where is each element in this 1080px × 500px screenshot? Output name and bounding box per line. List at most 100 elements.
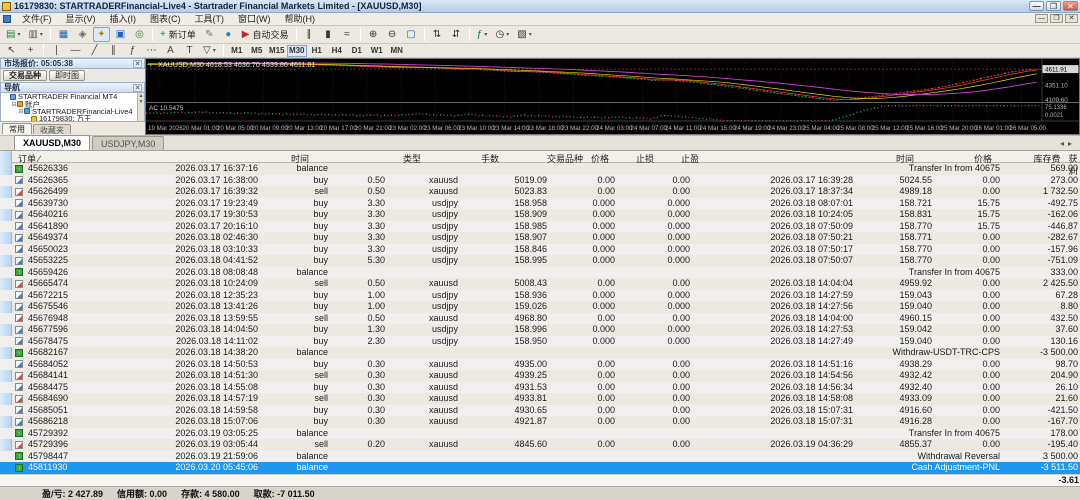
history-row[interactable]: 45665474 2026.03.18 10:24:09 sell 0.50 xauus… [0, 278, 1080, 290]
tree-item-live-server[interactable]: ⊟ STARTRADERFinancial-Live4 [1, 108, 144, 115]
child-restore-button[interactable]: ❐ [1050, 14, 1063, 23]
history-row[interactable]: ↑ 45798447 2026.03.19 21:59:06 balance 3 500… [0, 450, 1080, 462]
dropdown-arrow-icon[interactable]: ▾ [484, 31, 487, 38]
history-row[interactable]: 45639730 2026.03.17 19:23:49 buy 3.30 usdjpy… [0, 197, 1080, 209]
dropdown-arrow-icon[interactable]: ▾ [506, 31, 509, 38]
market-watch-close-icon[interactable]: ✕ [133, 60, 142, 68]
history-row[interactable]: 45626499 2026.03.17 16:39:32 sell 0.50 xauus… [0, 186, 1080, 198]
menu-charts[interactable]: 图表(C) [143, 14, 188, 24]
crosshair-tool[interactable]: + [22, 43, 39, 58]
line-chart-button[interactable]: ≈ [339, 27, 356, 42]
navigator-close-icon[interactable]: ✕ [133, 84, 142, 92]
history-row[interactable]: 45649374 2026.03.18 02:46:30 buy 3.30 usdjpy… [0, 232, 1080, 244]
tree-scrollbar[interactable]: ▲ ▼ [137, 93, 144, 121]
grid-tool[interactable]: ⋯ [143, 43, 160, 58]
dropdown-arrow-icon[interactable]: ▾ [17, 31, 20, 38]
channel-tool[interactable]: ∥ [105, 43, 122, 58]
dropdown-arrow-icon[interactable]: ▾ [213, 47, 216, 54]
chart-tab-XAUUSDM30[interactable]: XAUUSD,M30 [14, 135, 91, 150]
shapes-tool[interactable]: ▽ ▾ [200, 43, 219, 58]
menu-window[interactable]: 窗口(W) [231, 14, 278, 24]
chart-window-icon[interactable] [3, 15, 11, 23]
history-row[interactable]: 45684475 2026.03.18 14:55:08 buy 0.30 xauusd… [0, 381, 1080, 393]
timeframe-mn[interactable]: MN [387, 45, 407, 57]
history-row[interactable]: 45641890 2026.03.17 20:16:10 buy 3.30 usdjpy… [0, 220, 1080, 232]
history-row[interactable]: 45684052 2026.03.18 14:50:53 buy 0.30 xauusd… [0, 358, 1080, 370]
history-row[interactable]: 45686218 2026.03.18 15:07:06 buy 0.30 xauusd… [0, 416, 1080, 428]
minimize-button[interactable]: ― [1029, 1, 1044, 11]
dropdown-arrow-icon[interactable]: ▾ [40, 31, 43, 38]
history-row[interactable]: 45672215 2026.03.18 12:35:23 buy 1.00 usdjpy… [0, 289, 1080, 301]
tab-scroll-arrows[interactable]: ◂▸ [1060, 139, 1076, 148]
periods-button[interactable]: ◷ ▾ [493, 27, 513, 42]
history-row[interactable]: 45676948 2026.03.18 13:59:55 sell 0.50 xauus… [0, 312, 1080, 324]
arrange-up-button[interactable]: ⇅ [429, 27, 446, 42]
navigator-tab-常用[interactable]: 常用 [2, 123, 32, 134]
history-row[interactable]: 45626365 2026.03.17 16:38:00 buy 0.50 xauusd… [0, 174, 1080, 186]
dropdown-arrow-icon[interactable]: ▾ [529, 31, 532, 38]
fibonacci-tool[interactable]: ƒ [124, 43, 141, 58]
history-row[interactable]: ↑ 45626336 2026.03.17 16:37:16 balance 569.0… [0, 163, 1080, 175]
history-row[interactable]: ↑ 45811930 2026.03.20 05:45:06 balance -3 51… [0, 462, 1080, 474]
horizontal-line-tool[interactable]: ― [67, 43, 84, 58]
timeframe-w1[interactable]: W1 [367, 45, 387, 57]
tree-item-account[interactable]: 16179830: 万王 [1, 115, 144, 121]
text-label-tool[interactable]: T [181, 43, 198, 58]
menu-tools[interactable]: 工具(T) [188, 14, 232, 24]
menu-insert[interactable]: 插入(I) [103, 14, 144, 24]
history-row[interactable]: 45640216 2026.03.17 19:30:53 buy 3.30 usdjpy… [0, 209, 1080, 221]
indicators-button[interactable]: ƒ ▾ [474, 27, 491, 42]
templates-button[interactable]: ▧ ▾ [514, 27, 534, 42]
zoom-out-button[interactable]: ⊖ [384, 27, 401, 42]
tile-windows-button[interactable]: ▢ [403, 27, 420, 42]
timeframe-m5[interactable]: M5 [247, 45, 267, 57]
community-button[interactable]: ● [220, 27, 237, 42]
timeframe-m15[interactable]: M15 [267, 45, 287, 57]
tree-item-accounts[interactable]: ⊟ 账户 [1, 100, 144, 107]
tree-item-platform[interactable]: STARTRADER Financial MT4 [1, 93, 144, 100]
profiles-button[interactable]: ▥ ▾ [25, 27, 45, 42]
price-chart[interactable]: 4608.104351.104109.604611.9175.13360.002… [145, 58, 1080, 135]
chart-tab-USDJPYM30[interactable]: USDJPY,M30 [92, 136, 165, 150]
history-row[interactable]: 45675546 2026.03.18 13:41:26 buy 1.00 usdjpy… [0, 301, 1080, 313]
child-minimize-button[interactable]: ― [1035, 14, 1048, 23]
menu-help[interactable]: 帮助(H) [278, 14, 323, 24]
terminal-button[interactable]: ▣ [112, 27, 129, 42]
arrange-down-button[interactable]: ⇵ [448, 27, 465, 42]
history-row[interactable]: 45729396 2026.03.19 03:05:44 sell 0.20 xauus… [0, 439, 1080, 451]
vertical-line-tool[interactable]: ∣ [48, 43, 65, 58]
candlestick-button[interactable]: ▮ [320, 27, 337, 42]
strategy-tester-button[interactable]: ◎ [131, 27, 148, 42]
history-row[interactable]: 45650023 2026.03.18 03:10:33 buy 3.30 usdjpy… [0, 243, 1080, 255]
history-row[interactable]: ↑ 45659426 2026.03.18 08:08:48 balance 333.0… [0, 266, 1080, 278]
timeframe-h4[interactable]: H4 [327, 45, 347, 57]
maximize-button[interactable]: ❐ [1046, 1, 1061, 11]
timeframe-m1[interactable]: M1 [227, 45, 247, 57]
history-row[interactable]: 45685051 2026.03.18 14:59:58 buy 0.30 xauusd… [0, 404, 1080, 416]
child-close-button[interactable]: ✕ [1065, 14, 1078, 23]
history-row[interactable]: 45684141 2026.03.18 14:51:30 sell 0.30 xauus… [0, 370, 1080, 382]
bar-chart-button[interactable]: ∥ [301, 27, 318, 42]
close-button[interactable]: ✕ [1063, 1, 1078, 11]
history-row[interactable]: ↑ 45682167 2026.03.18 14:38:20 balance -3 50… [0, 347, 1080, 359]
trendline-tool[interactable]: ╱ [86, 43, 103, 58]
metaeditor-button[interactable]: ✎ [201, 27, 218, 42]
navigator-tab-收藏夹[interactable]: 收藏夹 [33, 124, 71, 135]
navigator-button[interactable]: ✦ [92, 27, 110, 42]
timeframe-m30[interactable]: M30 [286, 44, 307, 57]
market-watch-button[interactable]: ▦ [55, 27, 72, 42]
market-watch-tab-即时图[interactable]: 即时图 [49, 70, 85, 81]
history-row[interactable]: 45678475 2026.03.18 14:11:02 buy 2.30 usdjpy… [0, 335, 1080, 347]
autotrading-button[interactable]: ▶ 自动交易 [239, 27, 292, 42]
data-window-button[interactable]: ◈ [74, 27, 91, 42]
text-tool[interactable]: A [162, 43, 179, 58]
market-watch-tab-交易品种[interactable]: 交易品种 [3, 70, 47, 81]
timeframe-d1[interactable]: D1 [347, 45, 367, 57]
menu-view[interactable]: 显示(V) [59, 14, 103, 24]
cursor-tool[interactable]: ↖ [3, 43, 20, 58]
timeframe-h1[interactable]: H1 [307, 45, 327, 57]
history-row[interactable]: 45684690 2026.03.18 14:57:19 sell 0.30 xauus… [0, 393, 1080, 405]
history-row[interactable]: ↑ 45729392 2026.03.19 03:05:25 balance 178.0… [0, 427, 1080, 439]
history-row[interactable]: 45653225 2026.03.18 04:41:52 buy 5.30 usdjpy… [0, 255, 1080, 267]
zoom-in-button[interactable]: ⊕ [365, 27, 382, 42]
